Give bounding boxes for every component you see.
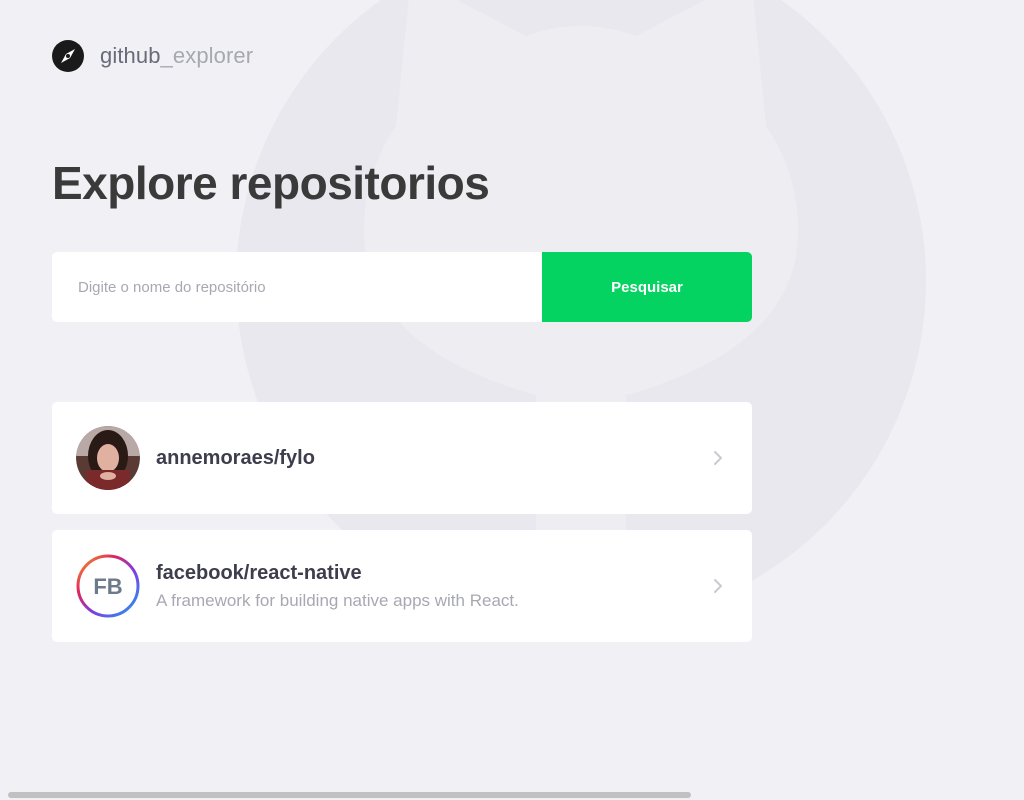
search-button[interactable]: Pesquisar xyxy=(542,252,752,322)
brand-name: github_explorer xyxy=(100,43,253,69)
repository-name: facebook/react-native xyxy=(156,561,362,584)
search-input[interactable] xyxy=(52,252,542,322)
avatar-initials: FB xyxy=(93,574,122,599)
compass-icon xyxy=(52,40,84,72)
horizontal-scrollbar[interactable] xyxy=(8,792,691,798)
app-page: github_explorer Explore repositorios Pes… xyxy=(0,0,1024,800)
page-title: Explore repositorios xyxy=(52,157,490,209)
brand-name-main: github xyxy=(100,43,161,68)
user-avatar xyxy=(76,426,140,490)
repository-card[interactable]: FB facebook/react-native A framework for… xyxy=(52,530,752,642)
repository-info: annemoraes/fylo xyxy=(156,447,708,470)
facebook-logo-avatar: FB xyxy=(76,554,140,618)
search-form: Pesquisar xyxy=(52,252,752,322)
chevron-right-icon xyxy=(714,451,722,465)
repository-description: A framework for building native apps wit… xyxy=(156,590,519,610)
brand-logo[interactable]: github_explorer xyxy=(52,40,253,72)
brand-name-sub: _explorer xyxy=(160,43,254,68)
repository-card[interactable]: annemoraes/fylo xyxy=(52,402,752,514)
repository-name: annemoraes/fylo xyxy=(156,446,315,469)
repository-list: annemoraes/fylo FB facebook/react-native… xyxy=(52,402,752,658)
repository-info: facebook/react-native A framework for bu… xyxy=(156,562,708,611)
chevron-right-icon xyxy=(714,579,722,593)
